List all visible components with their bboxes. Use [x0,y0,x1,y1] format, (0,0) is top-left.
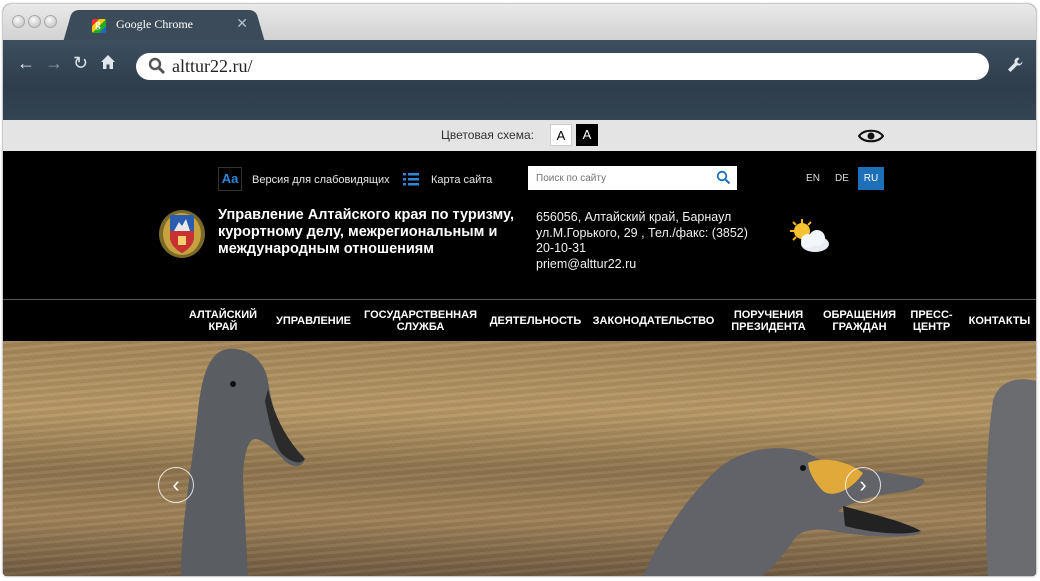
main-menu: Алтайский край Управление Государственна… [3,299,1036,341]
swans-photo [181,348,1036,576]
menu-item-civil-service[interactable]: Государственная служба [363,300,478,341]
email-link[interactable]: priem@alttur22.ru [536,257,748,273]
minimize-window-button[interactable] [28,15,41,28]
sitemap-icon[interactable] [403,173,419,186]
tab-title: Google Chrome [116,17,193,31]
lang-en[interactable]: EN [800,167,826,190]
site-search [528,166,737,190]
forward-arrow-icon[interactable]: → [45,54,63,72]
menu-item-activities[interactable]: Деятельность [488,300,583,341]
phone-number: 20-10-31 [536,241,587,255]
tab-strip: g Google Chrome ✕ [3,4,1036,40]
low-vision-link[interactable]: Версия для слабовидящих [252,174,390,186]
lang-de[interactable]: DE [829,167,855,190]
address-line-2: ул.М.Горького, 29 , Тел./факс: (3852) [536,225,748,240]
wrench-icon[interactable] [1006,56,1024,79]
menu-item-contacts[interactable]: Контакты [966,300,1033,341]
image-slider[interactable]: ‹ › [3,341,1036,576]
close-window-button[interactable] [12,15,25,28]
reload-icon[interactable]: ↻ [73,54,88,72]
slider-next-button[interactable]: › [845,467,881,503]
address-line-1: 656056, Алтайский край, Барнаул [536,210,732,224]
address-bar[interactable]: alttur22.ru/ [136,53,989,80]
black-scheme-button[interactable]: A [576,124,598,146]
menu-item-legislation[interactable]: Законодательство [591,300,716,341]
zoom-window-button[interactable] [44,15,57,28]
menu-item-citizen-appeals[interactable]: Обращения граждан [817,300,902,341]
menu-item-press-center[interactable]: Пресс-центр [909,300,954,341]
low-vision-icon[interactable]: Aa [218,167,242,191]
browser-window: g Google Chrome ✕ ← → ↻ alttur22.ru/ Цве… [3,4,1036,576]
color-scheme-bar: Цветовая схема: A A [3,120,1036,151]
home-icon[interactable] [100,54,116,73]
organization-name[interactable]: Управление Алтайского края по туризму, к… [218,207,518,258]
menu-item-administration[interactable]: Управление [271,300,356,341]
menu-item-altai-krai[interactable]: Алтайский край [183,300,263,341]
white-scheme-button[interactable]: A [550,124,572,146]
menu-item-president-orders[interactable]: Поручения Президента [726,300,811,341]
url-text: alttur22.ru/ [172,56,253,76]
search-input[interactable] [528,166,706,190]
web-page: Цветовая схема: A A Aa Версия для слабов… [3,120,1036,576]
back-arrow-icon[interactable]: ← [17,54,35,72]
lang-ru[interactable]: RU [858,167,884,190]
browser-toolbar: ← → ↻ alttur22.ru/ [3,40,1036,120]
search-icon[interactable] [716,170,731,185]
weather-sun-cloud-icon[interactable] [786,218,832,254]
slider-prev-button[interactable]: ‹ [158,467,194,503]
contact-info: 656056, Алтайский край, Барнаул ул.М.Гор… [536,210,748,272]
coat-of-arms-icon[interactable] [157,207,207,259]
tab-close-icon[interactable]: ✕ [236,15,248,32]
google-favicon-icon: g [92,18,106,33]
eye-icon[interactable] [858,128,884,144]
color-scheme-label: Цветовая схема: [441,128,534,142]
sitemap-link[interactable]: Карта сайта [431,174,492,186]
browser-tab[interactable]: g Google Chrome ✕ [76,10,252,40]
search-icon [148,57,166,75]
